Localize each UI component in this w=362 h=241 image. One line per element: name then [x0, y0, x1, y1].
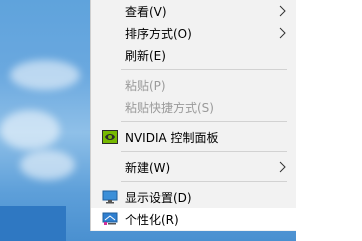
menu-separator [121, 181, 287, 182]
desktop-dark-region [0, 206, 66, 241]
menu-item-new[interactable]: 新建(W) [91, 156, 297, 178]
menu-item-label: NVIDIA 控制面板 [125, 131, 219, 145]
menu-item-label: 查看(V) [125, 5, 167, 19]
desktop-context-menu: 查看(V) 排序方式(O) 刷新(E) 粘贴(P) 粘贴快捷方式(S) NVID… [90, 0, 297, 231]
menu-item-view[interactable]: 查看(V) [91, 0, 297, 22]
menu-item-paste-shortcut: 粘贴快捷方式(S) [91, 96, 297, 118]
menu-separator [121, 151, 287, 152]
menu-item-label: 显示设置(D) [125, 191, 192, 205]
menu-item-label: 个性化(R) [125, 213, 179, 227]
menu-item-sort-by[interactable]: 排序方式(O) [91, 22, 297, 44]
menu-separator [121, 121, 287, 122]
menu-item-label: 刷新(E) [125, 49, 166, 63]
menu-item-label: 粘贴(P) [125, 79, 166, 93]
personalize-icon [102, 212, 118, 225]
menu-item-refresh[interactable]: 刷新(E) [91, 44, 297, 66]
menu-item-personalize[interactable]: 个性化(R) [91, 208, 297, 230]
menu-item-paste: 粘贴(P) [91, 74, 297, 96]
menu-item-nvidia-control-panel[interactable]: NVIDIA 控制面板 [91, 126, 297, 148]
menu-item-display-settings[interactable]: 显示设置(D) [91, 186, 297, 208]
chevron-right-icon [279, 27, 286, 39]
menu-item-label: 排序方式(O) [125, 27, 192, 41]
nvidia-logo-icon [102, 130, 118, 144]
display-icon [102, 190, 118, 204]
chevron-right-icon [279, 5, 286, 17]
menu-item-label: 粘贴快捷方式(S) [125, 101, 214, 115]
chevron-right-icon [279, 161, 286, 173]
menu-item-label: 新建(W) [125, 161, 171, 175]
menu-separator [121, 69, 287, 70]
